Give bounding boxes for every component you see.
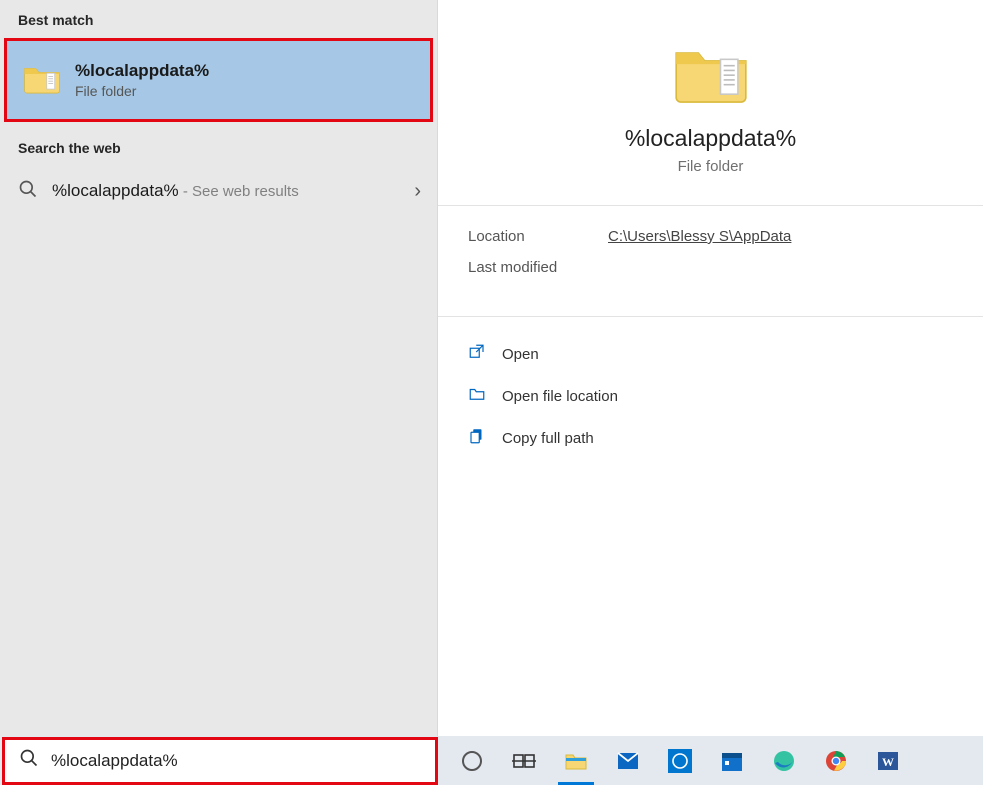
mail-app-button[interactable] [602, 736, 654, 785]
chevron-right-icon: › [414, 180, 421, 203]
folder-icon [23, 62, 61, 99]
open-action[interactable]: Open [468, 333, 953, 375]
open-location-action[interactable]: Open file location [468, 375, 953, 417]
search-input[interactable] [51, 751, 421, 771]
details-meta: Location C:\Users\Blessy S\AppData Last … [438, 206, 983, 317]
taskbar: W [0, 736, 983, 785]
search-icon [19, 748, 39, 773]
location-value[interactable]: C:\Users\Blessy S\AppData [608, 228, 791, 245]
folder-icon [673, 40, 749, 109]
copy-path-action[interactable]: Copy full path [468, 417, 953, 459]
search-results-pane: Best match %localappdata% File folder [0, 0, 438, 736]
location-label: Location [468, 228, 608, 245]
search-box-highlight [2, 737, 438, 785]
copy-path-label: Copy full path [502, 430, 594, 447]
chrome-browser-button[interactable] [810, 736, 862, 785]
search-web-header: Search the web [0, 128, 437, 166]
best-match-item[interactable]: %localappdata% File folder [7, 41, 430, 119]
web-result-text: %localappdata% - See web results [52, 181, 299, 201]
best-match-subtitle: File folder [75, 83, 209, 99]
details-hero: %localappdata% File folder [438, 0, 983, 206]
word-app-button[interactable]: W [862, 736, 914, 785]
file-explorer-button[interactable] [550, 736, 602, 785]
cortana-button[interactable] [446, 736, 498, 785]
open-icon [468, 343, 486, 365]
best-match-title: %localappdata% [75, 61, 209, 81]
open-location-label: Open file location [502, 388, 618, 405]
svg-text:W: W [882, 755, 894, 769]
open-label: Open [502, 346, 539, 363]
edge-browser-button[interactable] [758, 736, 810, 785]
calendar-app-button[interactable] [706, 736, 758, 785]
best-match-highlight: %localappdata% File folder [4, 38, 433, 122]
best-match-header: Best match [0, 0, 437, 38]
taskbar-icons: W [446, 736, 914, 785]
search-icon [18, 179, 38, 204]
details-actions: Open Open file location Copy full path [438, 317, 983, 475]
folder-outline-icon [468, 385, 486, 407]
last-modified-label: Last modified [468, 259, 608, 276]
details-title: %localappdata% [625, 125, 796, 152]
search-box[interactable] [5, 740, 435, 782]
details-subtitle: File folder [678, 158, 744, 175]
web-result-item[interactable]: %localappdata% - See web results › [0, 166, 437, 216]
copy-icon [468, 427, 486, 449]
dell-app-button[interactable] [654, 736, 706, 785]
details-pane: %localappdata% File folder Location C:\U… [438, 0, 983, 736]
task-view-button[interactable] [498, 736, 550, 785]
best-match-text: %localappdata% File folder [75, 61, 209, 99]
